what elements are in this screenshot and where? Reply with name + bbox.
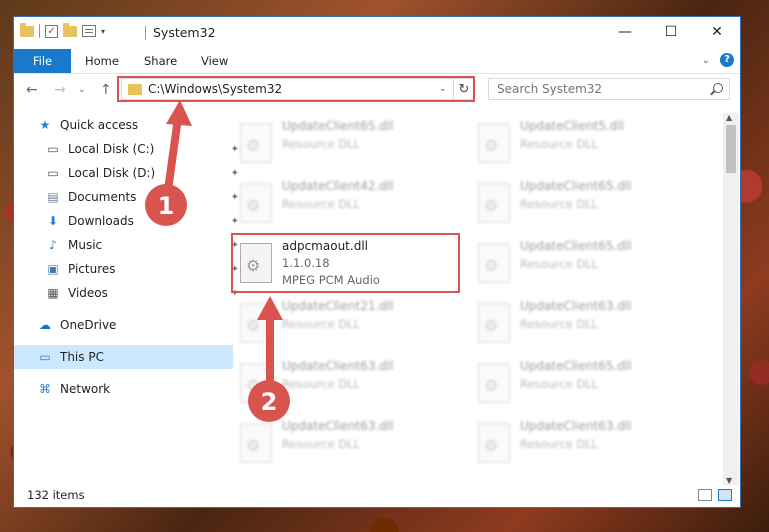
step-2-badge: 2 bbox=[248, 380, 290, 422]
arrow-1 bbox=[164, 100, 192, 194]
step-1-badge: 1 bbox=[145, 184, 187, 226]
step-1-number: 1 bbox=[158, 192, 175, 220]
annotation-overlay: 1 2 bbox=[145, 100, 290, 422]
arrow-2 bbox=[257, 296, 283, 384]
step-2-number: 2 bbox=[261, 388, 278, 416]
